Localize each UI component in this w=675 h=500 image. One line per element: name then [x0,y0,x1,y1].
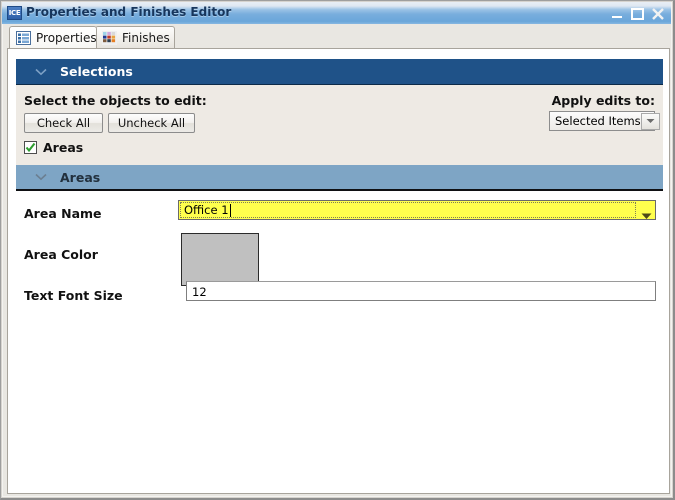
tab-properties-label: Properties [36,30,97,45]
window-title: Properties and Finishes Editor [26,5,232,19]
chevron-down-icon[interactable] [30,68,52,76]
apply-edits-label: Apply edits to: [551,93,655,108]
tab-finishes[interactable]: Finishes [95,26,175,48]
selections-section-header[interactable]: Selections [16,59,663,85]
selections-section-body: Select the objects to edit: Apply edits … [16,85,663,165]
application-window: ICE Properties and Finishes Editor Prope… [0,0,675,500]
selections-section-title: Selections [60,64,133,79]
text-font-size-value: 12 [192,285,207,299]
select-objects-prompt: Select the objects to edit: [24,93,207,108]
apply-edits-dropdown[interactable]: Selected Items [549,111,660,131]
tab-finishes-label: Finishes [122,30,170,45]
area-color-label: Area Color [24,247,98,262]
text-font-size-input[interactable]: 12 [186,281,656,301]
check-all-button[interactable]: Check All [24,113,103,133]
chevron-down-icon[interactable] [641,206,652,219]
color-palette-icon [102,30,117,45]
tab-properties[interactable]: Properties [9,26,97,48]
area-name-combobox[interactable]: Office 1 [178,200,656,220]
list-icon [16,30,31,45]
maximize-button[interactable] [629,7,645,21]
chevron-down-icon[interactable] [640,112,660,130]
area-name-value: Office 1 [184,203,229,217]
title-bar[interactable]: ICE Properties and Finishes Editor [2,2,671,24]
areas-checkbox-label: Areas [43,140,84,155]
areas-checkbox-row[interactable]: Areas [24,140,83,155]
uncheck-all-button[interactable]: Uncheck All [108,113,195,133]
app-icon: ICE [7,6,22,20]
text-caret [230,204,231,217]
tab-strip: Properties Finishes [3,24,674,48]
apply-edits-value: Selected Items [555,114,641,128]
areas-section-title: Areas [60,169,101,185]
text-font-size-label: Text Font Size [24,288,123,303]
chevron-down-icon[interactable] [30,173,52,181]
properties-content-panel: Selections Select the objects to edit: A… [7,48,670,494]
area-name-label: Area Name [24,206,102,221]
minimize-button[interactable] [609,7,625,21]
areas-section-header[interactable]: Areas [16,165,663,191]
areas-checkbox[interactable] [24,141,37,154]
area-name-focus-outline [180,202,636,218]
close-button[interactable] [650,7,666,21]
area-color-swatch[interactable] [181,233,259,286]
